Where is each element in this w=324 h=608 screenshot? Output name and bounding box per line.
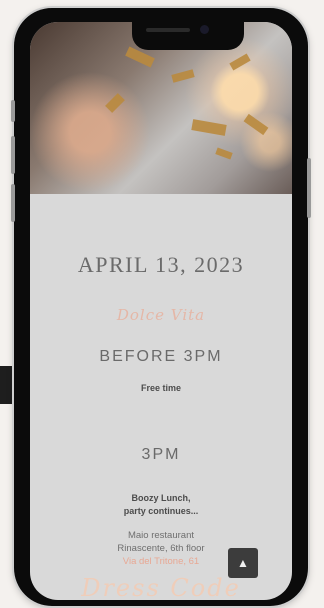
confetti-piece — [171, 69, 195, 83]
phone-volume-down-button — [11, 184, 15, 222]
confetti-piece — [191, 119, 227, 136]
phone-mockup: APRIL 13, 2023 Dolce Vita BEFORE 3PM Fre… — [11, 8, 311, 606]
schedule-description-2: Boozy Lunch, party continues... — [30, 492, 292, 518]
schedule-description-1: Free time — [30, 382, 292, 395]
schedule-line: Boozy Lunch, — [131, 493, 191, 503]
phone-speaker — [146, 28, 190, 32]
schedule-line: Free time — [140, 383, 182, 393]
chevron-up-icon: ▲ — [237, 556, 249, 570]
phone-notch — [132, 20, 244, 50]
phone-volume-up-button — [11, 136, 15, 174]
confetti-piece — [105, 93, 125, 113]
phone-mute-button — [11, 100, 15, 122]
brand-script-title: Dolce Vita — [116, 306, 206, 324]
phone-power-button — [307, 158, 311, 218]
scroll-to-top-button[interactable]: ▲ — [228, 548, 258, 578]
schedule-line: party continues... — [123, 506, 199, 516]
confetti-piece — [215, 147, 233, 160]
confetti-piece — [243, 113, 269, 136]
schedule-time-2: 3PM — [141, 446, 181, 463]
confetti-piece — [229, 53, 251, 71]
event-date: APRIL 13, 2023 — [77, 252, 245, 277]
phone-camera — [200, 25, 209, 34]
event-details: APRIL 13, 2023 Dolce Vita BEFORE 3PM Fre… — [30, 194, 292, 600]
phone-screen[interactable]: APRIL 13, 2023 Dolce Vita BEFORE 3PM Fre… — [30, 22, 292, 600]
venue-name: Maio restaurant — [127, 530, 194, 541]
schedule-time-1: BEFORE 3PM — [99, 348, 223, 365]
